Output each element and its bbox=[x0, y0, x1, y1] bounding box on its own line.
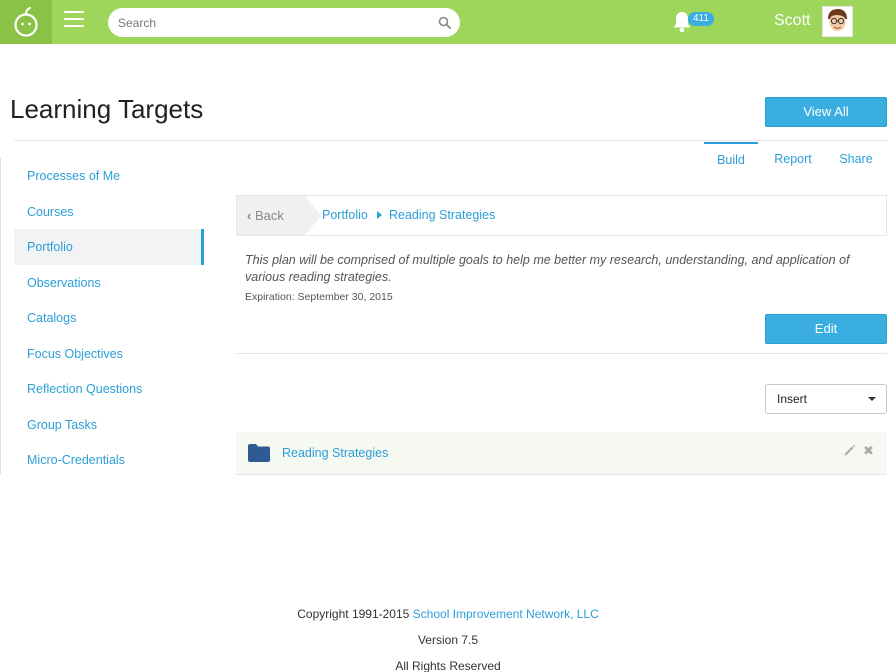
search-input[interactable] bbox=[118, 8, 428, 37]
pencil-icon[interactable] bbox=[843, 444, 856, 457]
notification-count-badge[interactable]: 411 bbox=[688, 12, 714, 26]
sidebar-item-group-tasks[interactable]: Group Tasks bbox=[14, 407, 204, 443]
sidebar-item-courses[interactable]: Courses bbox=[14, 194, 204, 230]
title-divider bbox=[14, 140, 887, 141]
back-button[interactable]: ‹ Back bbox=[237, 196, 321, 235]
company-link[interactable]: School Improvement Network, LLC bbox=[413, 607, 599, 621]
sidebar-item-portfolio[interactable]: Portfolio bbox=[14, 229, 204, 265]
caret-down-icon bbox=[868, 397, 876, 401]
back-label: Back bbox=[254, 208, 284, 223]
apple-logo-icon bbox=[14, 7, 38, 37]
search-icon[interactable] bbox=[438, 16, 451, 29]
avatar[interactable] bbox=[822, 6, 853, 37]
tab-report[interactable]: Report bbox=[766, 142, 820, 176]
view-all-button[interactable]: View All bbox=[765, 97, 887, 127]
tab-share[interactable]: Share bbox=[830, 142, 882, 176]
breadcrumb-reading-strategies[interactable]: Reading Strategies bbox=[389, 196, 495, 235]
sidebar-item-processes-of-me[interactable]: Processes of Me bbox=[14, 158, 204, 194]
folder-icon bbox=[248, 444, 270, 462]
user-avatar-icon bbox=[828, 9, 847, 31]
user-name[interactable]: Scott bbox=[774, 12, 810, 30]
chevron-left-icon: ‹ bbox=[247, 208, 252, 223]
breadcrumb-portfolio[interactable]: Portfolio bbox=[322, 196, 368, 235]
insert-dropdown[interactable]: Insert bbox=[765, 384, 887, 414]
sidebar-item-catalogs[interactable]: Catalogs bbox=[14, 300, 204, 336]
top-bar: 411 Scott bbox=[0, 0, 896, 44]
expiration-date: Expiration: September 30, 2015 bbox=[245, 291, 393, 303]
search-bar bbox=[108, 8, 460, 37]
edit-button[interactable]: Edit bbox=[765, 314, 887, 344]
sidebar-item-reflection-questions[interactable]: Reflection Questions bbox=[14, 371, 204, 407]
folder-row[interactable]: Reading Strategies ✖ bbox=[236, 432, 887, 475]
footer-rights: All Rights Reserved bbox=[395, 659, 501, 672]
caret-right-icon bbox=[377, 211, 382, 219]
sidebar-item-focus-objectives[interactable]: Focus Objectives bbox=[14, 336, 204, 372]
tab-build[interactable]: Build bbox=[704, 142, 758, 176]
content-divider bbox=[236, 353, 887, 354]
sidebar-item-micro-credentials[interactable]: Micro-Credentials bbox=[14, 442, 204, 478]
close-icon[interactable]: ✖ bbox=[863, 443, 874, 459]
sidebar-item-observations[interactable]: Observations bbox=[14, 265, 204, 301]
logo[interactable] bbox=[0, 0, 52, 44]
breadcrumb: ‹ Back Portfolio Reading Strategies bbox=[236, 195, 887, 236]
plan-description: This plan will be comprised of multiple … bbox=[245, 253, 850, 284]
copyright-text: Copyright 1991-2015 bbox=[297, 607, 410, 621]
page-title: Learning Targets bbox=[10, 94, 204, 124]
hamburger-menu-icon[interactable] bbox=[64, 11, 84, 31]
footer-version: Version 7.5 bbox=[417, 633, 479, 647]
insert-selected-value: Insert bbox=[777, 392, 808, 406]
footer-copyright: Copyright 1991-2015 School Improvement N… bbox=[0, 607, 896, 621]
folder-label[interactable]: Reading Strategies bbox=[282, 432, 388, 474]
